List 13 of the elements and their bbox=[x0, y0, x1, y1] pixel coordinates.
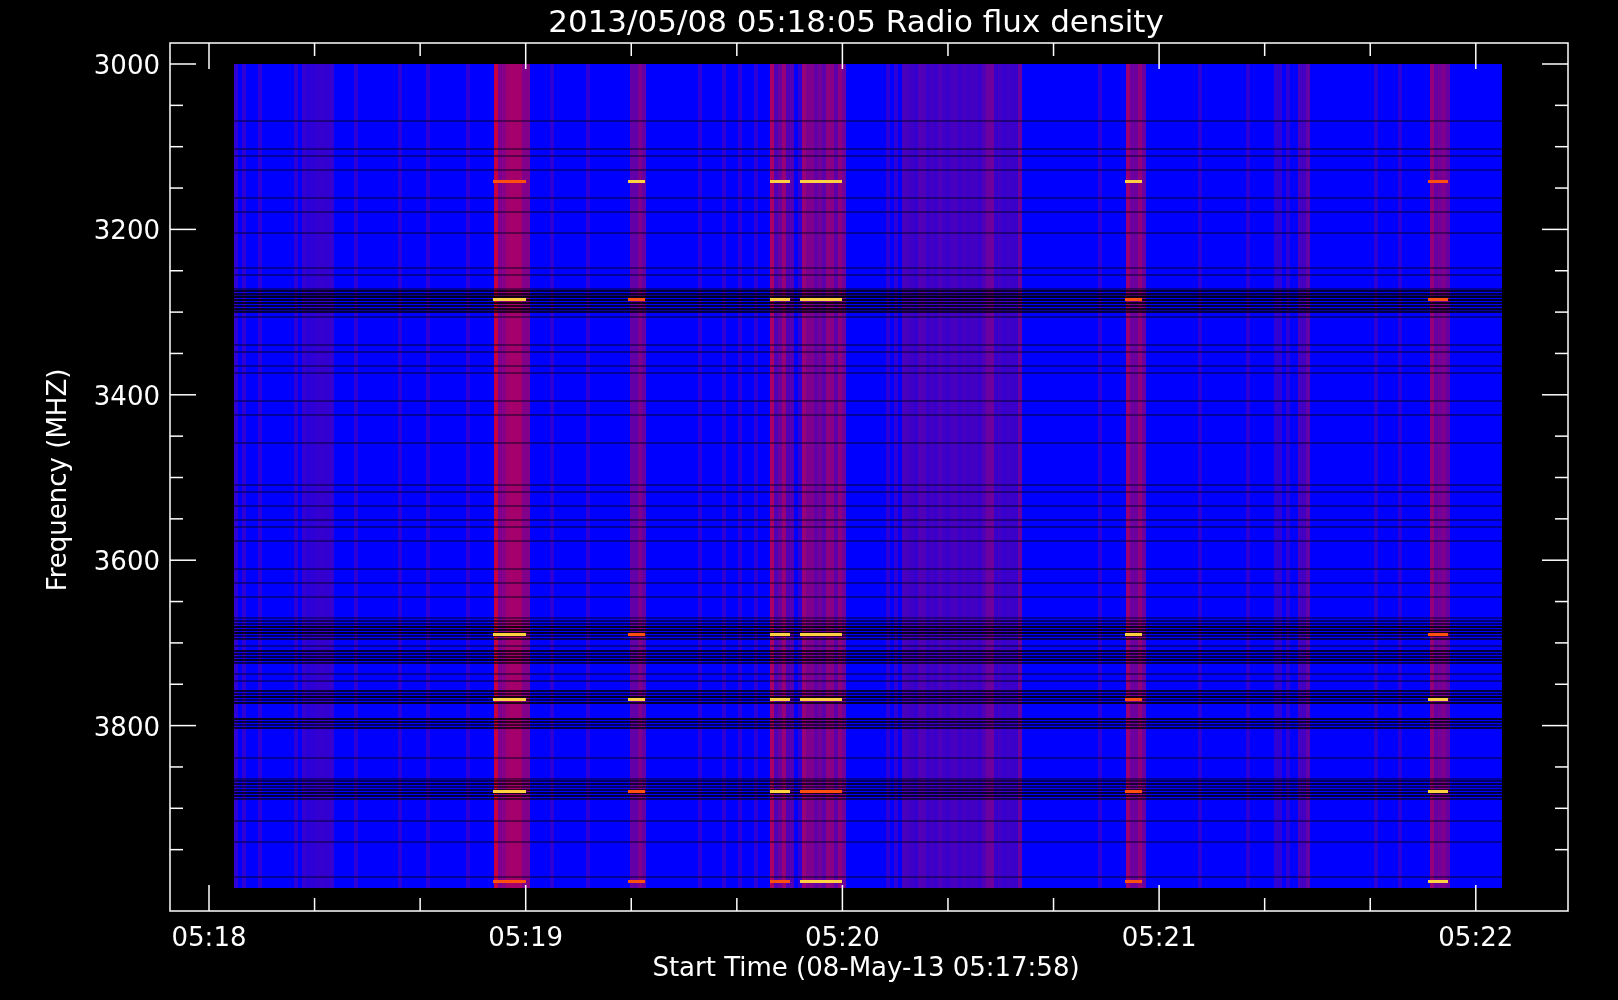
x-axis-title: Start Time (08-May-13 05:17:58) bbox=[652, 952, 1080, 982]
x-tick-label: 05:18 bbox=[171, 922, 247, 952]
y-tick-label: 3200 bbox=[93, 215, 160, 246]
y-tick-label: 3600 bbox=[93, 546, 160, 577]
plot-title: 2013/05/08 05:18:05 Radio flux density bbox=[548, 3, 1164, 39]
x-tick-label: 05:20 bbox=[804, 922, 880, 952]
y-tick-label: 3000 bbox=[93, 50, 160, 80]
y-tick-label: 3800 bbox=[93, 711, 160, 742]
x-tick-label: 05:22 bbox=[1438, 922, 1514, 952]
x-tick-label: 05:19 bbox=[488, 922, 564, 952]
y-tick-label: 3400 bbox=[93, 380, 160, 411]
x-tick-label: 05:21 bbox=[1121, 922, 1197, 952]
y-axis-title: Frequency (MHZ) bbox=[42, 368, 72, 592]
